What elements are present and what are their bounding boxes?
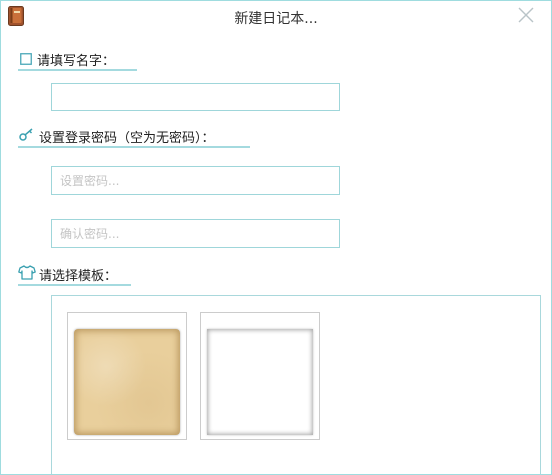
password-label-underline <box>18 146 250 148</box>
blank-white-thumbnail <box>207 329 313 435</box>
close-icon[interactable] <box>513 4 539 26</box>
template-paper-card[interactable] <box>67 312 187 440</box>
paper-texture-thumbnail <box>74 329 180 435</box>
name-label-underline <box>18 69 137 71</box>
template-list <box>51 295 541 474</box>
diary-name-input[interactable] <box>51 83 340 111</box>
template-blank-card[interactable] <box>200 312 320 440</box>
new-diary-dialog: 新建日记本... 请填写名字： 设置登录密码（空为无密码）： 请选择模板： <box>0 0 552 475</box>
confirm-password-input[interactable] <box>51 219 340 248</box>
name-section-label: 请填写名字： <box>37 54 116 69</box>
template-label-underline <box>18 284 131 286</box>
password-section-label: 设置登录密码（空为无密码）： <box>39 131 215 146</box>
shirt-icon <box>18 265 36 280</box>
password-input[interactable] <box>51 166 340 195</box>
template-section-label: 请选择模板： <box>39 269 118 284</box>
dialog-title: 新建日记本... <box>234 11 318 27</box>
key-icon <box>19 128 33 141</box>
square-outline-icon <box>20 53 32 65</box>
title-bar: 新建日记本... <box>1 1 551 33</box>
